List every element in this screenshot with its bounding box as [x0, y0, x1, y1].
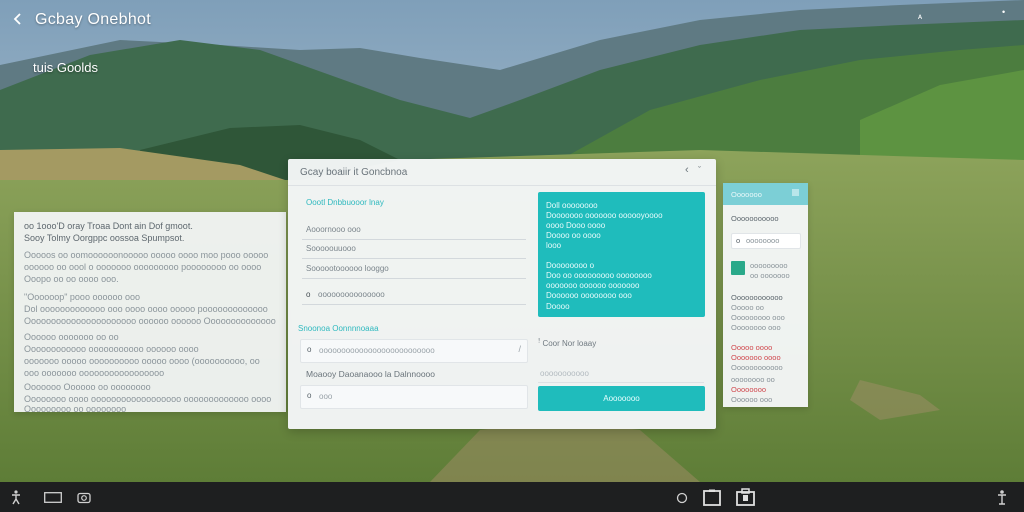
lock-icon[interactable] — [736, 488, 755, 506]
circle-icon[interactable] — [676, 492, 688, 504]
row-value: oooooooooooooooooooooooooo — [319, 346, 435, 355]
row-edit-icon[interactable]: / — [518, 344, 521, 354]
chevron-down-icon[interactable]: ˇ — [698, 165, 701, 175]
text-field-4[interactable]: o ooooooooooooooo — [302, 286, 526, 305]
row-bullet-icon: o — [307, 391, 312, 400]
app-title: Gcbay Onebhot — [35, 11, 151, 28]
window-icon[interactable] — [44, 492, 62, 503]
row-label: Moaooy Daoanaooo la Dalnnoooo — [306, 369, 436, 379]
side-line: Oooooooo ooo — [731, 323, 781, 332]
chip-text: oooooooo — [746, 236, 780, 245]
primary-button[interactable]: Aooooooo — [538, 386, 705, 411]
side-line-alert: Ooooo oooo — [731, 343, 773, 352]
side-line: ooooooooo — [750, 261, 788, 270]
side-line-alert: Ooooooo oooo — [731, 353, 781, 362]
accessibility-icon[interactable] — [9, 489, 23, 505]
taskbar — [0, 482, 1024, 512]
input-row-3[interactable]: o ooo — [300, 385, 528, 409]
left-panel-line: Ooopo oo oo oooo ooo. — [24, 274, 119, 284]
field-bullet-icon: o — [306, 290, 311, 299]
side-panel-header: Ooooooo — [723, 183, 808, 205]
side-line: Ooooooooooo — [731, 214, 779, 223]
aside-label: ꜝ Coor Nor loaay — [538, 339, 597, 348]
side-line: oo ooooooo — [750, 271, 790, 280]
text-field-3[interactable]: Soooootoooooo looggo — [302, 260, 526, 279]
square-icon[interactable] — [703, 489, 721, 506]
side-line: Ooooooooo ooo — [731, 313, 785, 322]
dialog-header: Gcay boaiir it Goncbnoa ‹ ˇ — [288, 159, 716, 186]
left-text-panel: oo 1ooo'D oray Troaa Dont ain Dof gmoot.… — [14, 212, 286, 414]
top-bar: Gcbay Onebhot ᴬ • — [0, 0, 1024, 40]
card-line: Dooooooo ooooooo oooooyoooo — [546, 211, 663, 220]
main-dialog: Gcay boaiir it Goncbnoa ‹ ˇ Oootl Dnbbuo… — [288, 159, 716, 429]
aside-input[interactable]: ooooooooooo — [538, 366, 704, 383]
left-panel-line: Oooooooooooo ooooooooooo oooooo oooo — [24, 344, 199, 354]
back-arrow-icon[interactable] — [10, 11, 26, 27]
card-line: Doooooo oooooooo ooo — [546, 291, 632, 300]
chart-icon — [731, 261, 745, 275]
field-value: Soooootoooooo looggo — [306, 264, 389, 273]
left-panel-line: Ooooooooo oo oooooooo — [24, 404, 127, 414]
info-card: Doll oooooooo Dooooooo ooooooo oooooyooo… — [538, 192, 705, 317]
side-panel: Ooooooo Ooooooooooo o oooooooo ooooooooo… — [723, 183, 808, 407]
left-panel-line: ooooooo ooooo oooooooooo ooooo oooo (ooo… — [24, 356, 260, 366]
field-value: Sooooouuooo — [306, 244, 356, 253]
text-field-1[interactable]: Aooornooo ooo — [302, 221, 526, 240]
left-panel-line: Oooooooo oooo oooooooooooooooooo ooooooo… — [24, 394, 272, 404]
left-panel-line: Ooooooo Oooooo oo oooooooo — [24, 382, 151, 392]
card-line: ooooooo oooooo ooooooo — [546, 281, 640, 290]
side-line: Oooooooooooo — [731, 363, 783, 372]
row-value: ooo — [319, 392, 333, 401]
aside-placeholder: ooooooooooo — [540, 369, 589, 378]
left-panel-line: oo 1ooo'D oray Troaa Dont ain Dof gmoot. — [24, 221, 193, 231]
card-line: oooo Dooo oooo — [546, 221, 606, 230]
user-icon[interactable] — [996, 489, 1008, 505]
section-heading: Snoonoa Oonnnnoaaa — [298, 324, 379, 333]
side-line: Ooooo oo — [731, 303, 764, 312]
field-value: ooooooooooooooo — [318, 290, 385, 299]
text-field-2[interactable]: Sooooouuooo — [302, 240, 526, 259]
left-panel-line: Ooooos oo oomoooooonooooo ooooo oooo moo… — [24, 250, 269, 260]
left-panel-line: "Oooooop" pooo oooooo ooo — [24, 292, 140, 302]
side-chip[interactable]: o oooooooo — [731, 233, 801, 249]
form-label: Oootl Dnbbuooor lnay — [306, 198, 384, 207]
field-value: Aooornooo ooo — [306, 225, 361, 234]
side-line: Oooooooooooo — [731, 293, 783, 302]
camera-icon[interactable] — [77, 491, 91, 504]
status-indicator-b: • — [1002, 7, 1006, 17]
left-panel-line: Oooooooooooooooooooooo oooooo oooooo Ooo… — [24, 316, 276, 326]
close-icon[interactable] — [792, 189, 799, 196]
card-line: looo — [546, 241, 562, 250]
left-panel-line: ooo ooooooo ooooooooooooooooo — [24, 368, 165, 378]
side-line-alert: Oooooooo — [731, 385, 767, 394]
chevron-left-icon[interactable]: ‹ — [685, 164, 689, 176]
side-panel-title: Ooooooo — [731, 190, 762, 199]
left-panel-line: Oooooo ooooooo oo oo — [24, 332, 119, 342]
side-line: Oooooo ooo — [731, 395, 773, 404]
left-panel-line: oooooo oo oool o ooooooo ooooooooo poooo… — [24, 262, 262, 272]
dialog-title: Gcay boaiir it Goncbnoa — [300, 167, 408, 178]
card-line: Doooooooo o — [546, 261, 595, 270]
side-line: oooooooo oo — [731, 375, 775, 384]
row-bullet-icon: o — [307, 345, 312, 354]
left-panel-line: Dol ooooooooooooo ooo oooo oooo ooooo po… — [24, 304, 268, 314]
card-line: Doooo — [546, 302, 570, 311]
status-indicator-a: ᴬ — [918, 13, 923, 23]
card-line: Doo oo ooooooooo oooooooo — [546, 271, 652, 280]
chip-bullet-icon: o — [736, 236, 741, 245]
input-row-1[interactable]: o oooooooooooooooooooooooooo / — [300, 339, 528, 363]
section-label: tuis Goolds — [33, 60, 99, 75]
left-panel-line: Sooy Tolmy Oorgppc oossoa Spumpsot. — [24, 233, 185, 243]
card-line: Doooo oo oooo — [546, 231, 601, 240]
card-line: Doll oooooooo — [546, 201, 598, 210]
